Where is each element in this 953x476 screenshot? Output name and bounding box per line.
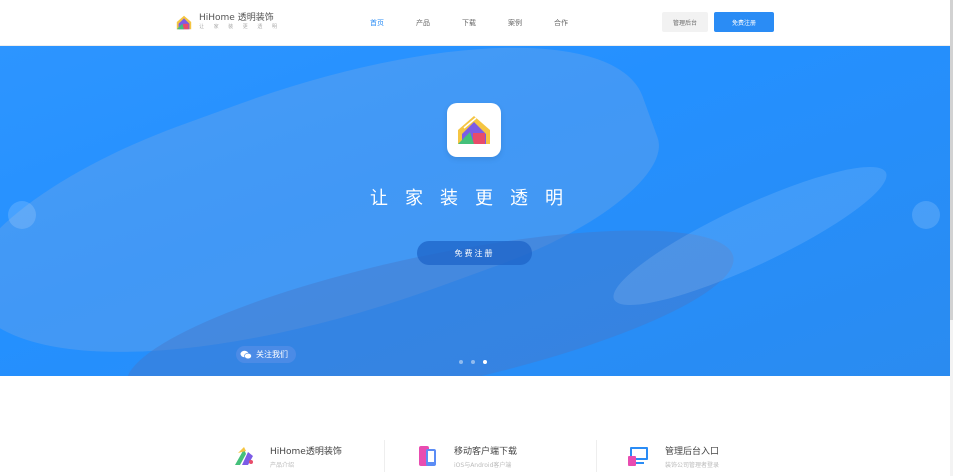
nav-partner[interactable]: 合作 (554, 18, 568, 28)
hero-register-button[interactable]: 免费注册 (417, 241, 532, 265)
feature-title: 管理后台入口 (665, 446, 720, 457)
carousel-prev-arrow[interactable] (8, 201, 36, 229)
wechat-icon (240, 350, 252, 359)
wechat-label: 关注我们 (256, 350, 288, 359)
feature-title: 移动客户端下载 (454, 446, 518, 457)
hero-banner: 让家装更透明 免费注册 关注我们 (0, 46, 950, 376)
feature-product-intro[interactable]: HiHome透明装饰 产品介绍 (232, 440, 384, 472)
feature-admin-entry[interactable]: 管理后台入口 装饰公司管理者登录 (597, 440, 777, 472)
logo-icon (176, 15, 192, 30)
nav-download[interactable]: 下载 (462, 18, 476, 28)
logo-name: HiHome 透明装饰 (199, 13, 274, 23)
app-icon (447, 103, 501, 157)
top-header: HiHome 透明装饰 让 家 装 更 透 明 首页 产品 下载 案例 合作 管… (0, 0, 950, 46)
wechat-follow-button[interactable]: 关注我们 (236, 346, 296, 363)
carousel-dot[interactable] (459, 360, 463, 364)
feature-mobile-download[interactable]: 移动客户端下载 iOS与Android客户端 (385, 440, 596, 472)
admin-button[interactable]: 管理后台 (662, 12, 708, 32)
carousel-indicators (459, 360, 495, 364)
feature-subtitle: 装饰公司管理者登录 (665, 461, 720, 469)
register-button[interactable]: 免费注册 (714, 12, 774, 32)
house-logo-icon (458, 116, 490, 144)
phone-icon (419, 446, 436, 466)
feature-strip: HiHome透明装饰 产品介绍 移动客户端下载 iOS与Android客户端 管… (232, 440, 777, 472)
logo[interactable]: HiHome 透明装饰 让 家 装 更 透 明 (175, 13, 281, 31)
logo-tagline: 让 家 装 更 透 明 (199, 24, 281, 30)
carousel-dot-active[interactable] (483, 360, 487, 364)
nav-cases[interactable]: 案例 (508, 18, 522, 28)
nav-home[interactable]: 首页 (370, 18, 384, 28)
hero-slogan: 让家装更透明 (370, 188, 580, 209)
main-nav: 首页 产品 下载 案例 合作 (370, 18, 600, 28)
monitor-icon (628, 447, 648, 466)
feature-subtitle: iOS与Android客户端 (454, 461, 512, 469)
carousel-next-arrow[interactable] (912, 201, 940, 229)
feature-subtitle: 产品介绍 (270, 461, 295, 469)
brand-icon (235, 447, 253, 465)
carousel-dot[interactable] (471, 360, 475, 364)
nav-products[interactable]: 产品 (416, 18, 430, 28)
feature-title: HiHome透明装饰 (270, 446, 342, 457)
